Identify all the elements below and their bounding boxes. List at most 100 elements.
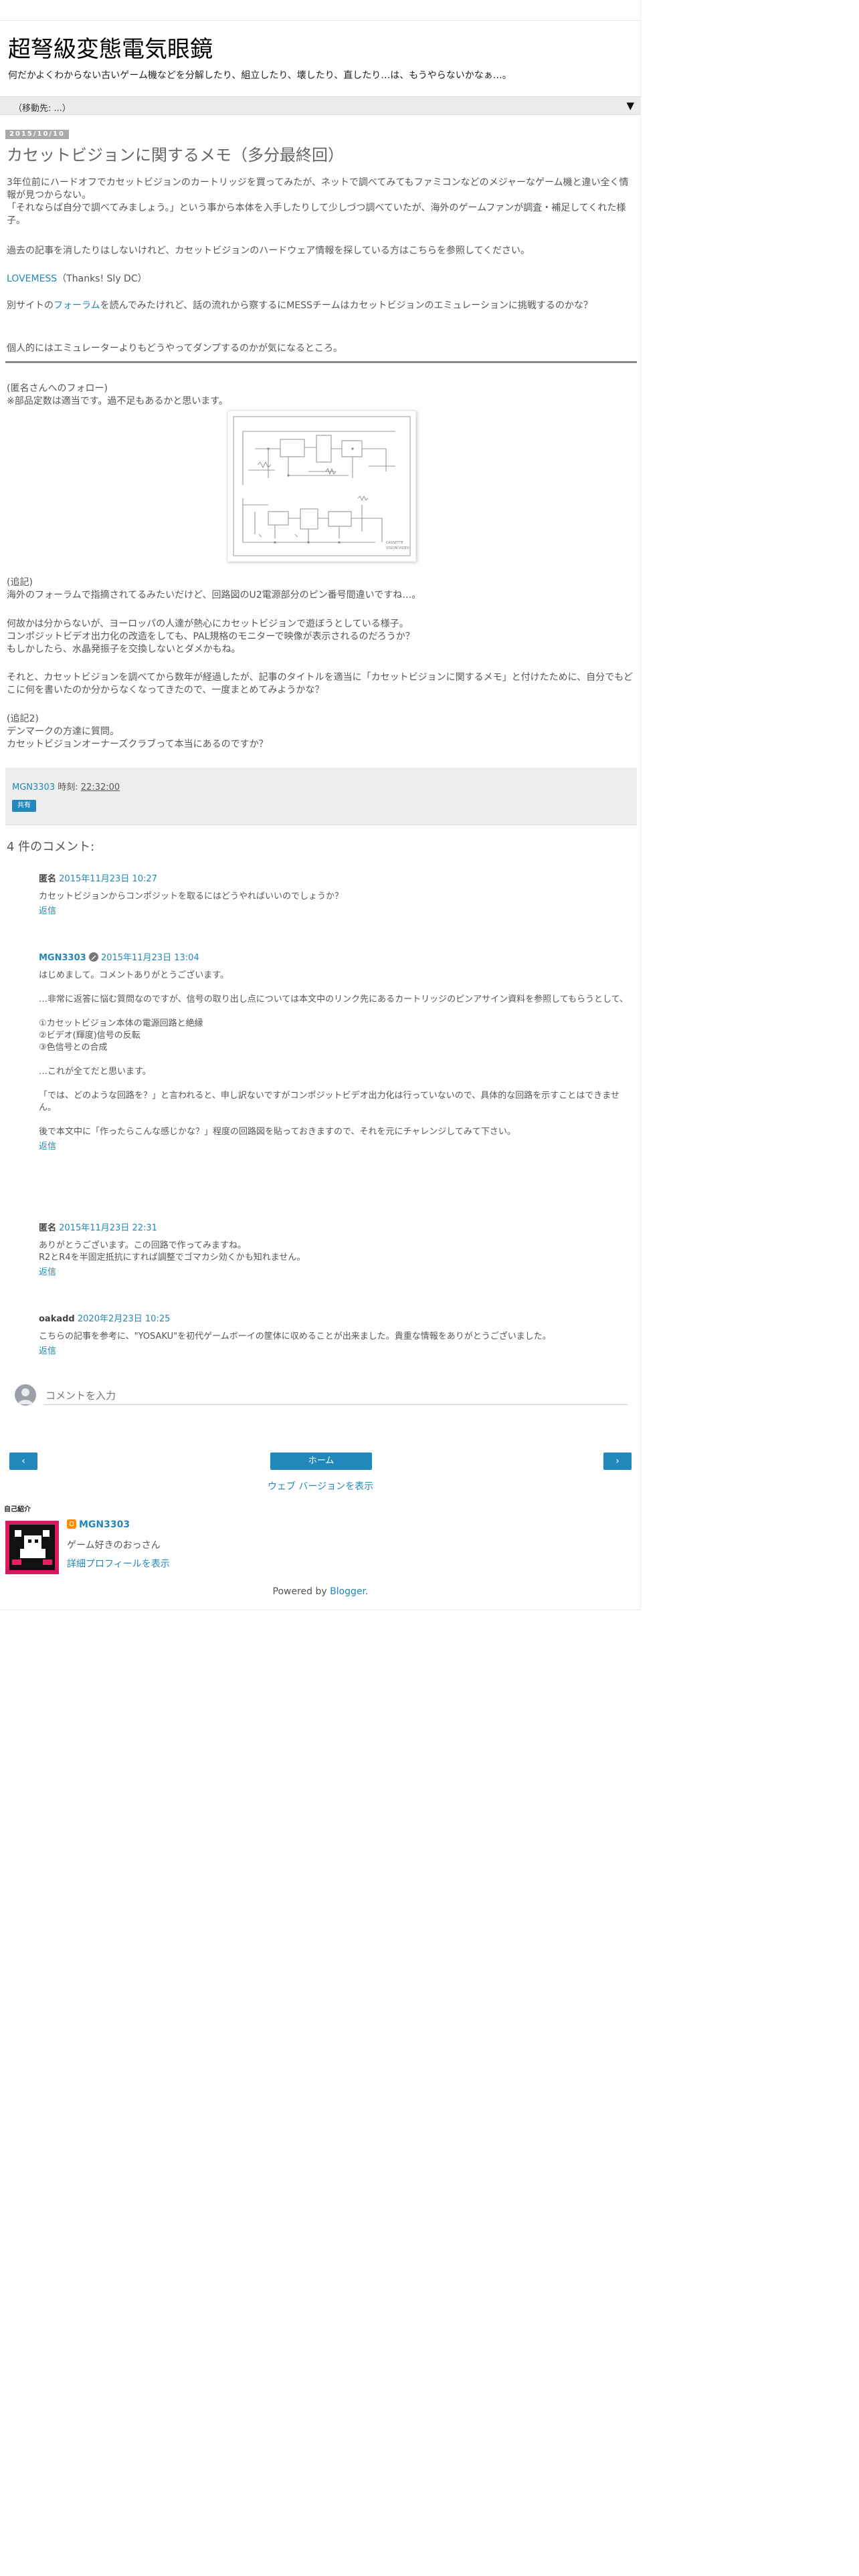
comment-item: 匿名 2015年11月23日 10:27 カセットビジョンからコンポジットを取る… <box>39 873 636 918</box>
post-author-line: MGN3303 時刻: 22:32:00 <box>12 780 120 792</box>
comment-author: oakadd <box>39 1314 75 1324</box>
followup-title: (匿名さんへのフォロー) <box>7 383 108 394</box>
comment-text: カセットビジョンからコンポジットを取るにはどうやればいいのでしょうか？ <box>39 891 344 901</box>
comment-text: はじめまして。コメントありがとうございます。 <box>39 970 229 980</box>
comment-header: oakadd 2020年2月23日 10:25 <box>39 1313 636 1325</box>
post-time-label: 時刻: <box>58 782 78 792</box>
post-intro: 3年位前にハードオフでカセットビジョンのカートリッジを買ってみたが、ネットで調べ… <box>7 177 636 227</box>
forum-link[interactable]: フォーラム <box>54 300 100 311</box>
profile-name-link[interactable]: MGN3303 <box>79 1519 130 1530</box>
lovemess-thanks: （Thanks! Sly DC） <box>57 274 147 284</box>
navigation-select[interactable]: （移動先: ...） ▼ <box>0 96 641 115</box>
comment-text: こちらの記事を参考に、"YOSAKU"を初代ゲームボーイの筐体に収めることが出来… <box>39 1331 551 1341</box>
horizontal-rule <box>5 361 637 363</box>
comment-text: ②ビデオ(輝度)信号の反転 <box>39 1031 140 1041</box>
comment-spacer <box>39 1114 636 1126</box>
comment-text: …これが全てだと思います。 <box>39 1067 151 1077</box>
comment-text: 「では、どのような回路を？」と言われると、申し訳ないですがコンポジットビデオ出力… <box>39 1091 619 1113</box>
comment-author-link[interactable]: MGN3303 <box>39 953 86 963</box>
newer-post-button[interactable]: ‹ <box>9 1453 37 1470</box>
comment-input-row <box>15 1384 630 1407</box>
figure-caption-2: VISION VIDEO <box>386 546 409 550</box>
lovemess-link[interactable]: LOVEMESS <box>7 274 57 284</box>
older-post-button[interactable]: › <box>603 1453 632 1470</box>
europe-line-1: 何故かは分からないが、ヨーロッパの人達が熱心にカセットビジョンで遊ぼうとしている… <box>7 619 409 629</box>
reply-link[interactable]: 返信 <box>39 1141 636 1153</box>
comment-date-link[interactable]: 2015年11月23日 13:04 <box>101 953 199 963</box>
blog-description: 何だかよくわからない古いゲーム機などを分解したり、組立したり、壊したり、直したり… <box>8 70 512 81</box>
addendum-1-title: (追記) <box>7 577 33 588</box>
europe-line-3: もしかしたら、水晶発振子を交換しないとダメかもね。 <box>7 644 241 655</box>
addendum-2-text-1: デンマークの方達に質問。 <box>7 726 119 737</box>
profile-more-row: 詳細プロフィールを表示 <box>67 1557 170 1570</box>
forum-text-pre: 別サイトの <box>7 300 54 311</box>
comment-item: 匿名 2015年11月23日 22:31 ありがとうございます。この回路で作って… <box>39 1222 636 1279</box>
comment-item: MGN3303 2015年11月23日 13:04 はじめまして。コメントありが… <box>39 952 636 1153</box>
comment-item: oakadd 2020年2月23日 10:25 こちらの記事を参考に、"YOSA… <box>39 1313 636 1358</box>
lovemess-line: LOVEMESS（Thanks! Sly DC） <box>7 273 636 286</box>
comment-date-link[interactable]: 2020年2月23日 10:25 <box>78 1314 171 1324</box>
circuit-diagram-image[interactable]: CASSETTE VISION VIDEO <box>227 411 416 562</box>
blogger-link[interactable]: Blogger <box>330 1586 365 1597</box>
comment-text: ③色信号との合成 <box>39 1043 108 1053</box>
followup-block: (匿名さんへのフォロー) ※部品定数は適当です。過不足もあるかと思います。 <box>7 383 636 408</box>
reply-link[interactable]: 返信 <box>39 1267 636 1279</box>
post-paragraph: 「それならば自分で調べてみましょう。」という事から本体を入手したりして少しづつ調… <box>7 203 626 226</box>
post-time-link[interactable]: 22:32:00 <box>81 782 120 792</box>
addendum-2-title: (追記2) <box>7 714 39 724</box>
web-version-link[interactable]: ウェブ バージョンを表示 <box>268 1481 373 1492</box>
comment-text: R2とR4を半固定抵抗にすれば調整でゴマカシ効くかも知れません。 <box>39 1253 306 1263</box>
profile-image[interactable] <box>5 1521 59 1574</box>
home-button[interactable]: ホーム <box>270 1453 372 1470</box>
web-version-row: ウェブ バージョンを表示 <box>0 1479 641 1493</box>
profile-more-link[interactable]: 詳細プロフィールを表示 <box>67 1559 170 1570</box>
comments-header: 4 件のコメント: <box>7 840 95 854</box>
navigation-select-value: （移動先: ...） <box>13 104 71 114</box>
post-date-header: 2015/10/10 <box>5 130 69 139</box>
title-note-paragraph: それと、カセットビジョンを調べてから数年が経過したが、記事のタイトルを適当に「カ… <box>7 672 633 695</box>
author-badge-icon <box>88 952 98 962</box>
comment-text: ありがとうございます。この回路で作ってみますね。 <box>39 1241 247 1251</box>
top-divider <box>0 20 641 21</box>
comment-author: 匿名 <box>39 874 57 884</box>
europe-line-2: コンポジットビデオ出力化の改造をしても、PAL規格のモニターで映像が表示されるの… <box>7 631 415 642</box>
comment-text: ①カセットビジョン本体の電源回路と絶縁 <box>39 1018 203 1029</box>
post-author-link[interactable]: MGN3303 <box>12 782 55 792</box>
comment-spacer <box>39 982 636 994</box>
comment-text: 後で本文中に「作ったらこんな感じかな？」程度の回路図を貼っておきますので、それを… <box>39 1127 516 1137</box>
addendum-2-text-2: カセットビジョンオーナーズクラブって本当にあるのですか？ <box>7 739 268 750</box>
dropdown-arrow-icon[interactable]: ▼ <box>626 100 634 112</box>
comment-author: 匿名 <box>39 1223 57 1233</box>
europe-paragraph: 何故かは分からないが、ヨーロッパの人達が熱心にカセットビジョンで遊ぼうとしている… <box>7 618 636 656</box>
comment-input[interactable] <box>44 1387 628 1405</box>
post-paragraph: 3年位前にハードオフでカセットビジョンのカートリッジを買ってみたが、ネットで調べ… <box>7 177 629 201</box>
figure-caption-1: CASSETTE <box>386 541 403 545</box>
powered-by: Powered by Blogger. <box>0 1586 641 1597</box>
blogger-icon <box>67 1519 76 1529</box>
comment-date-link[interactable]: 2015年11月23日 10:27 <box>59 874 157 884</box>
page: 超弩級変態電気眼鏡 何だかよくわからない古いゲーム機などを分解したり、組立したり… <box>0 0 641 1610</box>
reply-link[interactable]: 返信 <box>39 905 636 918</box>
share-button[interactable]: 共有 <box>12 800 36 812</box>
comment-spacer <box>39 1054 636 1066</box>
addendum-1: (追記) 海外のフォーラムで指摘されてるみたいだけど、回路図のU2電源部分のピン… <box>7 576 636 602</box>
reply-link[interactable]: 返信 <box>39 1346 636 1358</box>
post-footer: MGN3303 時刻: 22:32:00 共有 <box>5 768 637 825</box>
profile-description: ゲーム好きのおっさん <box>67 1540 161 1551</box>
forum-line: 別サイトのフォーラムを読んでみたけれど、話の流れから察するにMESSチームはカセ… <box>7 300 636 312</box>
comment-spacer <box>39 1006 636 1018</box>
user-avatar-icon <box>15 1384 36 1406</box>
circuit-schematic: CASSETTE VISION VIDEO <box>233 416 411 556</box>
comment-text: …非常に返答に悩む質問なのですが、信号の取り出し点については本文中のリンク先にあ… <box>39 994 629 1004</box>
comment-spacer <box>39 1078 636 1090</box>
addendum-2: (追記2) デンマークの方達に質問。 カセットビジョンオーナーズクラブって本当に… <box>7 713 636 751</box>
post-paragraph-reference: 過去の記事を消したりはしないけれど、カセットビジョンのハードウェア情報を探してい… <box>7 245 531 256</box>
profile-heading: 自己紹介 <box>4 1506 31 1513</box>
powered-by-period: . <box>365 1586 369 1597</box>
comment-date-link[interactable]: 2015年11月23日 22:31 <box>59 1223 157 1233</box>
addendum-1-text: 海外のフォーラムで指摘されてるみたいだけど、回路図のU2電源部分のピン番号間違い… <box>7 590 421 601</box>
personal-note: 個人的にはエミュレーターよりもどうやってダンプするのかが気になるところ。 <box>7 343 343 354</box>
blog-title[interactable]: 超弩級変態電気眼鏡 <box>8 31 213 64</box>
forum-text-post: を読んでみたけれど、話の流れから察するにMESSチームはカセットビジョンのエミュ… <box>100 300 593 311</box>
powered-by-text: Powered by <box>272 1586 327 1597</box>
